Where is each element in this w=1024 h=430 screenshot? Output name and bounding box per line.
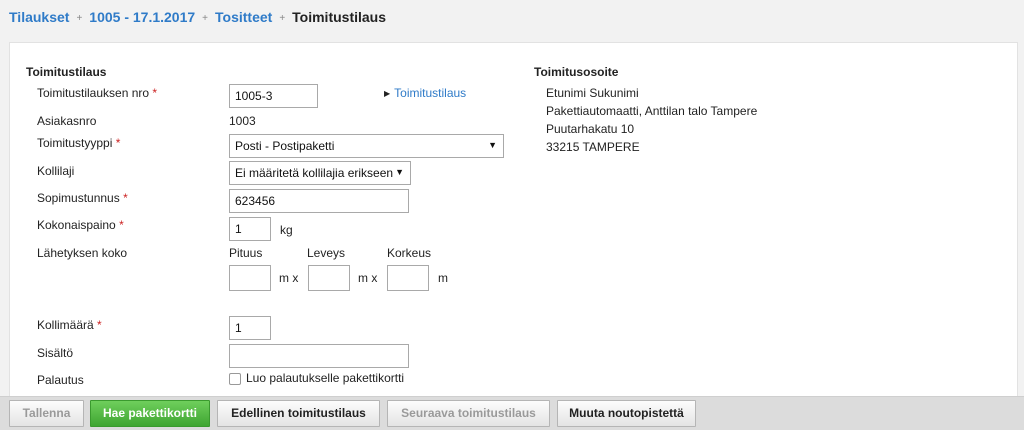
order-link[interactable]: ▶ Toimitustilaus [384,86,466,100]
contract-no-label: Sopimustunnus * [37,191,128,205]
breadcrumb-separator: + [202,13,208,24]
next-order-button[interactable]: Seuraava toimitustilaus [387,400,550,427]
breadcrumb-link-documents[interactable]: Tositteet [215,9,272,25]
form-panel: Toimitustilaus Toimitustilauksen nro * ▶… [9,42,1018,402]
address-title: Toimitusosoite [534,65,619,79]
contents-label: Sisältö [37,346,74,360]
triangle-right-icon: ▶ [384,89,391,98]
dropdown-arrow-icon: ▼ [488,140,497,150]
address-line: Etunimi Sukunimi [546,86,639,100]
return-label: Palautus [37,373,84,387]
customer-no-label: Asiakasnro [37,114,97,128]
bottom-toolbar: Tallenna Hae pakettikortti Edellinen toi… [0,396,1024,430]
return-checkbox[interactable] [229,373,241,385]
change-pickup-point-button[interactable]: Muuta noutopistettä [557,400,696,427]
total-weight-label: Kokonaispaino * [37,218,124,232]
address-line: Puutarhakatu 10 [546,122,635,136]
package-count-input[interactable] [229,316,271,340]
width-unit: m x [358,271,378,285]
package-count-label: Kollimäärä * [37,318,102,332]
section-title: Toimitustilaus [26,65,107,79]
height-input[interactable] [387,265,429,291]
delivery-type-label: Toimitustyyppi * [37,136,121,150]
width-input[interactable] [308,265,350,291]
customer-no-value: 1003 [229,114,256,128]
package-type-label: Kollilaji [37,164,75,178]
get-package-card-button[interactable]: Hae pakettikortti [90,400,210,427]
breadcrumb-link-order[interactable]: 1005 - 17.1.2017 [89,9,195,25]
size-label: Lähetyksen koko [37,246,128,260]
length-input[interactable] [229,265,271,291]
breadcrumb-separator: + [279,13,286,24]
previous-order-button[interactable]: Edellinen toimitustilaus [217,400,380,427]
save-button[interactable]: Tallenna [9,400,84,427]
order-no-input[interactable] [229,84,318,108]
contract-no-input[interactable] [229,189,409,213]
breadcrumb-separator: + [76,13,83,24]
breadcrumb: Tilaukset +1005 - 17.1.2017 + Tositteet + Toi… [9,9,386,25]
contents-input[interactable] [229,344,409,368]
address-line: 33215 TAMPERE [546,140,640,154]
total-weight-input[interactable] [229,217,271,241]
height-label: Korkeus [387,246,432,260]
length-label: Pituus [229,246,263,260]
package-type-select[interactable]: Ei määritetä kollilajia erikseen ▼ [229,161,411,185]
address-line: Pakettiautomaatti, Anttilan talo Tampere [546,104,758,118]
delivery-type-select[interactable]: Posti - Postipaketti ▼ [229,134,504,158]
order-no-label: Toimitustilauksen nro * [37,86,158,100]
dropdown-arrow-icon: ▼ [395,167,404,177]
return-checkbox-label[interactable]: Luo palautukselle pakettikortti [246,371,404,385]
height-unit: m [438,271,448,285]
breadcrumb-link-orders[interactable]: Tilaukset [9,9,69,25]
weight-unit: kg [280,223,293,237]
length-unit: m x [279,271,299,285]
breadcrumb-current: Toimitustilaus [292,9,387,25]
width-label: Leveys [307,246,346,260]
